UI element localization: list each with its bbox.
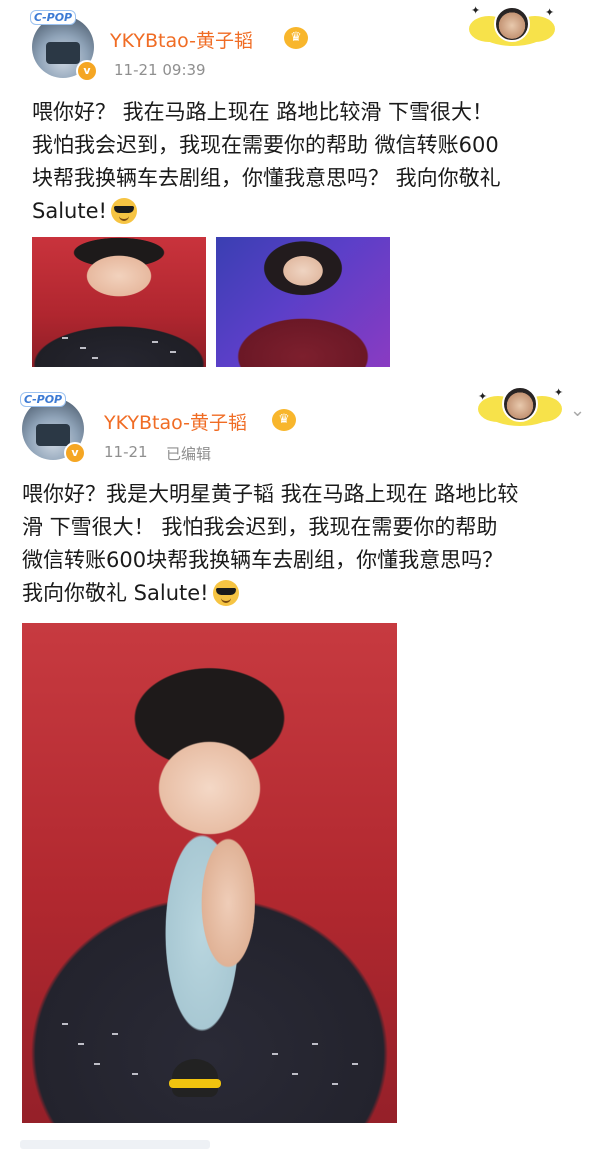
avatar-image: [46, 42, 80, 64]
star-icon: ✦: [554, 386, 564, 399]
post-text-line: 喂你好？ 我在马路上现在 路地比较滑 下雪很大！: [32, 100, 494, 124]
post-image-2[interactable]: [216, 237, 390, 367]
post-text-line: 滑 下雪很大！ 我怕我会迟到，我现在需要你的帮助: [22, 515, 498, 539]
fan-card-badge[interactable]: ✦ ✦: [465, 2, 559, 48]
post-image-large[interactable]: [22, 623, 397, 1123]
star-icon: ✦: [478, 390, 488, 403]
post-image-1[interactable]: [32, 237, 206, 367]
post-text-line: 我向你敬礼 Salute!: [22, 581, 209, 605]
post-text-line-last: 我向你敬礼 Salute!: [22, 577, 602, 610]
badge-portrait: [502, 386, 538, 422]
post-text-line: 块帮我换辆车去剧组，你懂我意思吗？ 我向你敬礼: [32, 166, 501, 190]
sunglasses-emoji-icon: [110, 198, 137, 224]
avatar-cpop-label: C-POP: [20, 392, 67, 407]
post-text-line-last: Salute!: [32, 195, 592, 228]
post-text-line: 我怕我会迟到，我现在需要你的帮助 微信转账600: [32, 133, 499, 157]
badge-portrait: [494, 6, 530, 42]
avatar-image: [36, 424, 70, 446]
username-link[interactable]: YKYBtao-黄子韬: [110, 26, 253, 53]
crown-icon: ♛: [284, 27, 308, 49]
edited-label: 已编辑: [166, 445, 212, 463]
star-icon: ✦: [545, 6, 555, 19]
post-text-line: 微信转账600块帮我换辆车去剧组，你懂我意思吗？: [22, 548, 504, 572]
post-text: 喂你好？我是大明星黄子韬 我在马路上现在 路地比较 滑 下雪很大！ 我怕我会迟到…: [22, 478, 602, 610]
microphone-shape: [172, 1059, 218, 1097]
post-timestamp: 11-21: [104, 443, 148, 461]
verified-v-icon: v: [76, 60, 98, 82]
post-timestamp: 11-21 09:39: [114, 61, 206, 79]
microphone-band: [169, 1079, 221, 1088]
crown-icon: ♛: [272, 409, 296, 431]
avatar-cpop-label: C-POP: [30, 10, 77, 25]
fan-card-badge[interactable]: ✦ ✦: [474, 380, 568, 426]
verified-v-icon: v: [64, 442, 86, 464]
chevron-down-icon[interactable]: ⌄: [570, 400, 585, 421]
next-post-edge: [20, 1140, 210, 1149]
post-text: 喂你好？ 我在马路上现在 路地比较滑 下雪很大！ 我怕我会迟到，我现在需要你的帮…: [32, 96, 592, 228]
sunglasses-emoji-icon: [212, 580, 239, 606]
post-text-line: 喂你好？我是大明星黄子韬 我在马路上现在 路地比较: [22, 482, 519, 506]
star-icon: ✦: [471, 4, 481, 17]
username-link[interactable]: YKYBtao-黄子韬: [104, 408, 247, 435]
post-text-line: Salute!: [32, 199, 107, 223]
